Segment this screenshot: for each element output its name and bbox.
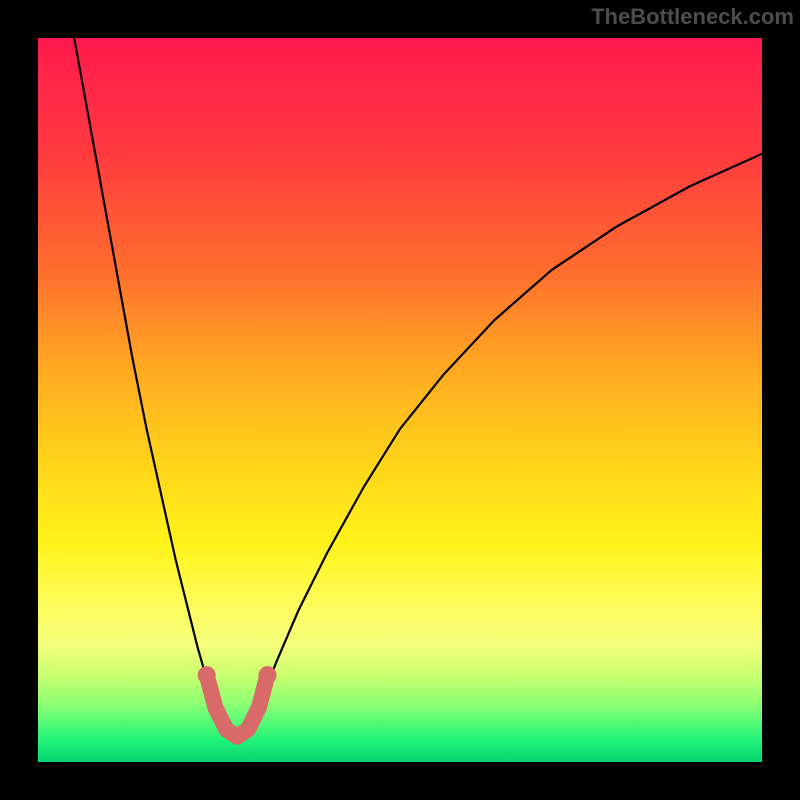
curve-layer bbox=[38, 38, 762, 762]
chart-frame: TheBottleneck.com bbox=[0, 0, 800, 800]
bottleneck-optimal-zone bbox=[207, 675, 268, 737]
highlight-endpoint-left bbox=[198, 666, 216, 684]
plot-area bbox=[38, 38, 762, 762]
watermark-source: TheBottleneck.com bbox=[591, 4, 794, 30]
bottleneck-curve bbox=[74, 38, 762, 737]
highlight-endpoint-right bbox=[259, 666, 277, 684]
